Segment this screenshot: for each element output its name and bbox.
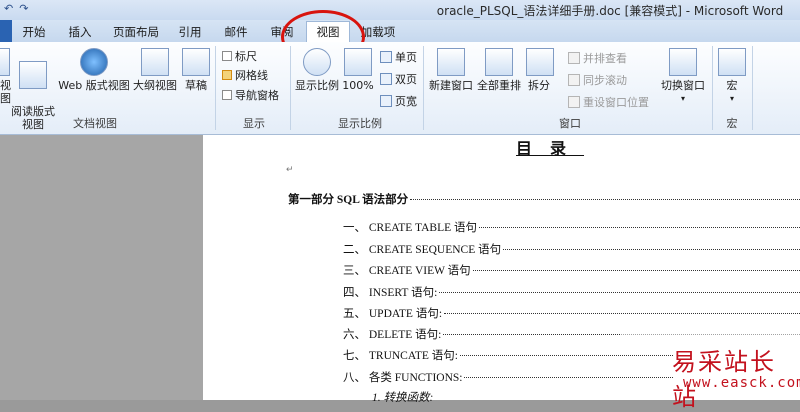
outline-icon: [141, 48, 169, 76]
toc-title: 目录: [516, 141, 585, 158]
tab-references[interactable]: 引用: [172, 23, 208, 41]
toc-entry[interactable]: 二、 CREATE SEQUENCE 语句: [343, 241, 800, 257]
sync-scroll-icon: [568, 74, 580, 86]
two-pages-button[interactable]: 双页: [380, 71, 417, 87]
tab-home[interactable]: 开始: [16, 23, 52, 41]
leader-dots: [464, 376, 673, 378]
toc-entry[interactable]: 五、 UPDATE 语句:: [343, 305, 800, 321]
split-button[interactable]: 拆分: [526, 48, 554, 92]
toc-part-line[interactable]: 第一部分 SQL 语法部分: [288, 191, 800, 207]
title-bar: ↶ ↷ oracle_PLSQL_语法详细手册.doc [兼容模式] - Mic…: [0, 0, 800, 20]
ruler-checkbox[interactable]: 标尺: [222, 48, 257, 64]
toc-entry[interactable]: 四、 INSERT 语句:: [343, 284, 800, 300]
group-separator: [752, 46, 753, 130]
macro-icon: [718, 48, 746, 76]
group-separator: [290, 46, 291, 130]
group-label-zoom: 显示比例: [338, 117, 382, 130]
tab-page-layout[interactable]: 页面布局: [108, 23, 164, 41]
leader-dots: [503, 248, 800, 250]
print-layout-button[interactable]: 视图: [0, 48, 11, 105]
group-separator: [423, 46, 424, 130]
leader-dots: [444, 312, 800, 314]
toc-entry[interactable]: 一、 CREATE TABLE 语句: [343, 219, 800, 235]
web-layout-button[interactable]: Web 版式视图: [58, 48, 130, 92]
checkbox-icon: [222, 51, 232, 61]
leader-dots: [472, 269, 800, 271]
book-icon: [19, 61, 47, 89]
zoom-100-button[interactable]: 100%: [342, 48, 374, 92]
side-by-side-icon: [568, 52, 580, 64]
arrange-all-icon: [485, 48, 513, 76]
tab-insert[interactable]: 插入: [62, 23, 98, 41]
zoom-button[interactable]: 显示比例: [294, 48, 340, 92]
macros-button[interactable]: 宏 ▾: [718, 48, 746, 105]
gridlines-checkbox[interactable]: 网格线: [222, 67, 268, 83]
group-label-window: 窗口: [559, 117, 581, 130]
group-label-document-views: 文档视图: [73, 117, 117, 130]
split-icon: [526, 48, 554, 76]
toc-entry[interactable]: 八、 各类 FUNCTIONS:: [343, 369, 673, 385]
group-label-macros: 宏: [726, 117, 738, 130]
view-side-by-side-button[interactable]: 并排查看: [568, 50, 627, 66]
reset-window-icon: [568, 96, 580, 108]
one-page-button[interactable]: 单页: [380, 49, 417, 65]
group-label-show: 显示: [243, 117, 265, 130]
one-page-icon: [380, 51, 392, 63]
two-pages-icon: [380, 73, 392, 85]
navigation-pane-checkbox[interactable]: 导航窗格: [222, 87, 279, 103]
globe-icon: [80, 48, 108, 76]
checkbox-icon: [222, 70, 232, 80]
page-100-icon: [344, 48, 372, 76]
arrange-all-button[interactable]: 全部重排: [476, 48, 522, 92]
group-separator: [215, 46, 216, 130]
magnifier-icon: [303, 48, 331, 76]
page-width-button[interactable]: 页宽: [380, 93, 417, 109]
tab-mailings[interactable]: 邮件: [218, 23, 254, 41]
outline-button[interactable]: 大纲视图: [130, 48, 180, 92]
draft-button[interactable]: 草稿: [182, 48, 210, 92]
file-tab[interactable]: [0, 20, 12, 42]
synchronous-scrolling-button[interactable]: 同步滚动: [568, 72, 627, 88]
toc-sub-entry[interactable]: 1. 转换函数:: [372, 389, 472, 405]
group-separator: [712, 46, 713, 130]
watermark-url: www.easck.com: [683, 375, 800, 391]
paragraph-mark-icon: ↵: [286, 164, 294, 174]
new-window-icon: [437, 48, 465, 76]
switch-windows-button[interactable]: 切换窗口 ▾: [658, 48, 708, 105]
toc-entry[interactable]: 三、 CREATE VIEW 语句: [343, 262, 800, 278]
window-title: oracle_PLSQL_语法详细手册.doc [兼容模式] - Microso…: [436, 4, 784, 18]
leader-dots: [410, 198, 800, 200]
switch-windows-icon: [669, 48, 697, 76]
chevron-down-icon: ▾: [729, 94, 734, 103]
page-width-icon: [380, 95, 392, 107]
chevron-down-icon: ▾: [680, 94, 685, 103]
checkbox-icon: [222, 90, 232, 100]
leader-dots: [439, 291, 800, 293]
leader-dots: [479, 226, 800, 228]
leader-dots: [460, 354, 673, 356]
draft-icon: [182, 48, 210, 76]
print-layout-icon: [0, 48, 10, 76]
new-window-button[interactable]: 新建窗口: [428, 48, 474, 92]
reset-window-position-button[interactable]: 重设窗口位置: [568, 94, 649, 110]
